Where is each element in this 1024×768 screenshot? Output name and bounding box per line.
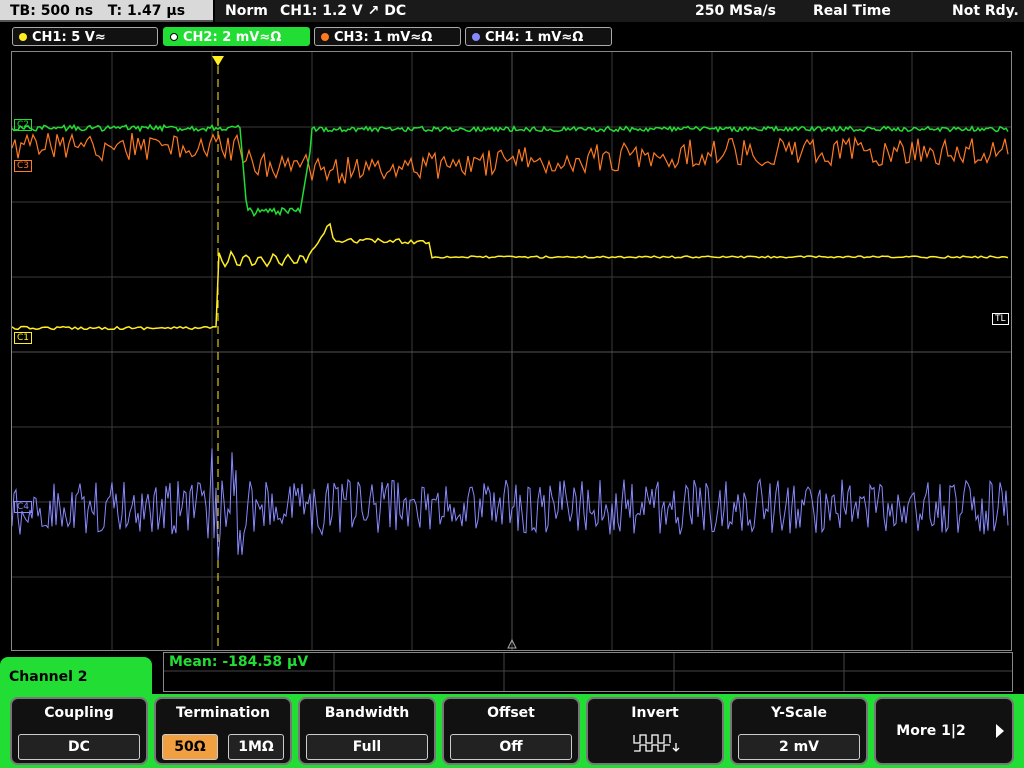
coupling-value[interactable]: DC	[18, 734, 140, 760]
coupling-softkey[interactable]: Coupling DC	[10, 697, 148, 765]
ch3-waveform	[12, 132, 1009, 184]
trigger-info[interactable]: CH1: 1.2 V ↗ DC	[280, 0, 406, 22]
ch4-label: CH4: 1 mV≈Ω	[485, 30, 584, 45]
coupling-title: Coupling	[44, 705, 114, 721]
trigger-mode[interactable]: Norm	[225, 0, 268, 22]
termination-50ohm[interactable]: 50Ω	[162, 734, 218, 760]
termination-title: Termination	[176, 705, 270, 721]
termination-softkey[interactable]: Termination 50Ω 1MΩ	[154, 697, 292, 765]
ch1-label: CH1: 5 V≈	[32, 30, 106, 45]
channel-tab-1[interactable]: CH1: 5 V≈	[12, 27, 158, 46]
timebase-value: TB: 500 ns	[10, 3, 94, 19]
acquisition-mode: Real Time	[813, 3, 891, 19]
ch1-ground-marker[interactable]: C1	[14, 332, 33, 344]
more-softkey[interactable]: More 1|2	[874, 697, 1014, 765]
bandwidth-title: Bandwidth	[324, 705, 410, 721]
yscale-value[interactable]: 2 mV	[738, 734, 860, 760]
ch2-ground-marker[interactable]: C2	[14, 119, 33, 131]
yscale-title: Y-Scale	[770, 705, 827, 721]
ch3-dot-icon	[321, 33, 329, 41]
waveform-display[interactable]: C2 C3 C1 C4 TL	[11, 51, 1012, 651]
ch4-waveform	[12, 448, 1009, 561]
timebase-display[interactable]: TB: 500 ns T: 1.47 µs	[0, 0, 213, 22]
offset-softkey[interactable]: Offset Off	[442, 697, 580, 765]
channel-tab-3[interactable]: CH3: 1 mV≈Ω	[314, 27, 461, 46]
ch4-ground-marker[interactable]: C4	[14, 501, 33, 513]
ch3-label: CH3: 1 mV≈Ω	[334, 30, 433, 45]
ch2-label: CH2: 2 mV≈Ω	[183, 30, 282, 45]
next-page-icon	[996, 724, 1004, 738]
trigger-level-marker[interactable]: TL	[992, 313, 1009, 325]
invert-title: Invert	[631, 705, 679, 721]
bandwidth-softkey[interactable]: Bandwidth Full	[298, 697, 436, 765]
offset-value[interactable]: Off	[450, 734, 572, 760]
ch4-dot-icon	[472, 33, 480, 41]
graticule	[12, 52, 1011, 650]
channel-tab-4[interactable]: CH4: 1 mV≈Ω	[465, 27, 612, 46]
ch1-dot-icon	[19, 33, 27, 41]
yscale-softkey[interactable]: Y-Scale 2 mV	[730, 697, 868, 765]
menu-title: Channel 2	[9, 669, 88, 685]
acquisition-state: Not Rdy.	[952, 3, 1019, 19]
channel-tab-2[interactable]: CH2: 2 mV≈Ω	[163, 27, 310, 46]
invert-waveform-icon	[633, 734, 680, 752]
sample-rate: 250 MSa/s	[695, 3, 777, 19]
status-bar: Norm CH1: 1.2 V ↗ DC 250 MSa/s Real Time…	[215, 0, 1024, 22]
ch3-ground-marker[interactable]: C3	[14, 160, 33, 172]
trigger-time: T: 1.47 µs	[107, 3, 186, 19]
menu-title-tab: Channel 2	[0, 657, 152, 699]
mean-measurement: Mean: -184.58 µV	[169, 654, 309, 670]
trigger-position-icon	[212, 56, 224, 66]
ch2-dot-icon	[170, 33, 178, 41]
bandwidth-value[interactable]: Full	[306, 734, 428, 760]
offset-title: Offset	[487, 705, 535, 721]
more-label: More 1|2	[896, 723, 966, 739]
termination-1mohm[interactable]: 1MΩ	[228, 734, 284, 760]
invert-softkey[interactable]: Invert	[586, 697, 724, 765]
